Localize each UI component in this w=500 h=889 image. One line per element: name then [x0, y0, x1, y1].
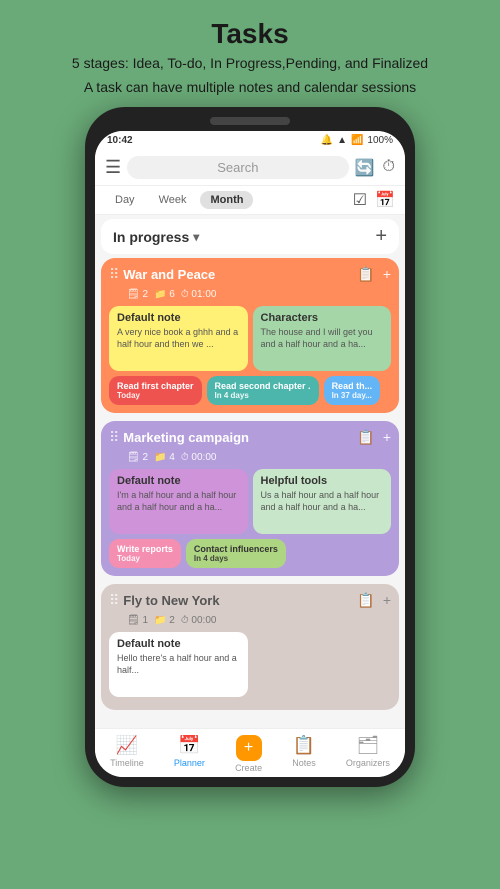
status-time: 10:42: [107, 135, 133, 146]
note-default-3[interactable]: Default note Hello there's a half hour a…: [109, 632, 248, 697]
task-card-header-2: ⠿ Marketing campaign 📋 +: [109, 429, 391, 446]
sessions-row-1: Read first chapter Today Read second cha…: [109, 376, 391, 405]
phone-screen: 10:42 🔔 ▲ 📶 100% ☰ Search 🔄 ⏱ Day Week M…: [95, 131, 405, 777]
nav-create[interactable]: + Create: [235, 735, 262, 773]
session-read-second[interactable]: Read second chapter . In 4 days: [207, 376, 319, 405]
tabs-bar: Day Week Month ☑ 📅: [95, 186, 405, 215]
sessions-icon-1: 📁 6: [154, 289, 175, 300]
notification-icon: 🔔: [321, 135, 333, 146]
nav-timeline-label: Timeline: [110, 758, 144, 768]
task-actions-3: 📋 +: [357, 592, 391, 609]
status-icons: 🔔 ▲ 📶 100%: [321, 135, 393, 146]
wifi-icon: ▲: [337, 135, 347, 146]
hamburger-icon[interactable]: ☰: [105, 157, 121, 178]
nav-create-label: Create: [235, 763, 262, 773]
task-card-header-3: ⠿ Fly to New York 📋 +: [109, 592, 391, 609]
nav-notes-label: Notes: [292, 758, 316, 768]
tab-week[interactable]: Week: [149, 191, 197, 209]
organizers-icon: 🗂: [356, 735, 379, 756]
task-name-1: War and Peace: [123, 267, 357, 282]
dropdown-arrow-icon[interactable]: ▾: [193, 230, 199, 244]
nav-timeline[interactable]: 📈 Timeline: [110, 735, 144, 773]
tab-icons: ☑ 📅: [353, 190, 395, 210]
session-write-reports[interactable]: Write reports Today: [109, 539, 181, 568]
task-card-marketing: ⠿ Marketing campaign 📋 + 🗒 2 📁 4 ⏱ 00:00…: [101, 421, 399, 576]
tasks-scroll-area[interactable]: ⠿ War and Peace 📋 + 🗒 2 📁 6 ⏱ 01:00 Defa…: [95, 258, 405, 728]
notes-grid-2: Default note I'm a half hour and a half …: [109, 469, 391, 534]
add-note-icon-3[interactable]: +: [383, 592, 391, 609]
time-icon-3: ⏱ 00:00: [181, 615, 217, 626]
phone-notch: [210, 117, 290, 125]
session-contact-influencers[interactable]: Contact influencers In 4 days: [186, 539, 286, 568]
time-icon-2: ⏱ 00:00: [181, 452, 217, 463]
refresh-icon[interactable]: 🔄: [355, 158, 375, 178]
time-icon-1: ⏱ 01:00: [181, 289, 217, 300]
copy-icon-2[interactable]: 📋: [357, 429, 374, 446]
task-actions-1: 📋 +: [357, 266, 391, 283]
notes-icon-3: 🗒 1: [127, 615, 148, 626]
note-default-2[interactable]: Default note I'm a half hour and a half …: [109, 469, 248, 534]
page-subtitle2: A task can have multiple notes and calen…: [72, 78, 428, 98]
drag-handle-icon-1: ⠿: [109, 266, 119, 283]
task-card-fly-new-york: ⠿ Fly to New York 📋 + 🗒 1 📁 2 ⏱ 00:00 De…: [101, 584, 399, 710]
notes-nav-icon: 📋: [293, 735, 315, 756]
task-meta-2: 🗒 2 📁 4 ⏱ 00:00: [127, 452, 391, 463]
create-icon: +: [236, 735, 262, 761]
task-meta-1: 🗒 2 📁 6 ⏱ 01:00: [127, 289, 391, 300]
task-card-header-1: ⠿ War and Peace 📋 +: [109, 266, 391, 283]
notes-icon-2: 🗒 2: [127, 452, 148, 463]
tab-day[interactable]: Day: [105, 191, 145, 209]
top-bar-icons: 🔄 ⏱: [355, 158, 395, 178]
calendar-grid-icon[interactable]: 📅: [375, 190, 395, 210]
task-actions-2: 📋 +: [357, 429, 391, 446]
nav-planner[interactable]: 📅 Planner: [174, 735, 205, 773]
signal-icon: 📶: [351, 135, 363, 146]
notes-grid-3: Default note Hello there's a half hour a…: [109, 632, 391, 697]
task-card-war-and-peace: ⠿ War and Peace 📋 + 🗒 2 📁 6 ⏱ 01:00 Defa…: [101, 258, 399, 413]
note-default-1[interactable]: Default note A very nice book a ghhh and…: [109, 306, 248, 371]
page-subtitle1: 5 stages: Idea, To-do, In Progress,Pendi…: [72, 54, 428, 74]
status-bar: 10:42 🔔 ▲ 📶 100%: [95, 131, 405, 150]
sessions-row-2: Write reports Today Contact influencers …: [109, 539, 391, 568]
add-note-icon-1[interactable]: +: [383, 266, 391, 283]
drag-handle-icon-2: ⠿: [109, 429, 119, 446]
page-header: Tasks 5 stages: Idea, To-do, In Progress…: [52, 0, 448, 107]
planner-icon: 📅: [178, 735, 200, 756]
task-name-2: Marketing campaign: [123, 430, 357, 445]
task-name-3: Fly to New York: [123, 593, 357, 608]
drag-handle-icon-3: ⠿: [109, 592, 119, 609]
timer-icon[interactable]: ⏱: [383, 158, 395, 178]
notes-icon-1: 🗒 2: [127, 289, 148, 300]
section-header: In progress ▾ +: [101, 219, 399, 254]
nav-organizers-label: Organizers: [346, 758, 390, 768]
check-calendar-icon[interactable]: ☑: [353, 190, 367, 210]
timeline-icon: 📈: [116, 735, 138, 756]
sessions-icon-2: 📁 4: [154, 452, 175, 463]
task-meta-3: 🗒 1 📁 2 ⏱ 00:00: [127, 615, 391, 626]
phone-mockup: 10:42 🔔 ▲ 📶 100% ☰ Search 🔄 ⏱ Day Week M…: [85, 107, 415, 787]
tab-month[interactable]: Month: [200, 191, 253, 209]
top-bar: ☰ Search 🔄 ⏱: [95, 150, 405, 186]
session-read-third[interactable]: Read th... In 37 day...: [324, 376, 381, 405]
session-read-first[interactable]: Read first chapter Today: [109, 376, 202, 405]
battery-text: 100%: [367, 135, 393, 146]
nav-organizers[interactable]: 🗂 Organizers: [346, 735, 390, 773]
add-task-button[interactable]: +: [375, 225, 387, 248]
nav-planner-label: Planner: [174, 758, 205, 768]
section-title: In progress ▾: [113, 229, 199, 245]
search-box[interactable]: Search: [127, 156, 348, 179]
notes-grid-1: Default note A very nice book a ghhh and…: [109, 306, 391, 371]
page-title: Tasks: [72, 18, 428, 50]
note-characters[interactable]: Characters The house and I will get you …: [253, 306, 392, 371]
copy-icon-3[interactable]: 📋: [357, 592, 374, 609]
section-title-text: In progress: [113, 229, 189, 245]
copy-icon-1[interactable]: 📋: [357, 266, 374, 283]
note-helpful-tools[interactable]: Helpful tools Us a half hour and a half …: [253, 469, 392, 534]
add-note-icon-2[interactable]: +: [383, 429, 391, 446]
nav-notes[interactable]: 📋 Notes: [292, 735, 316, 773]
sessions-icon-3: 📁 2: [154, 615, 175, 626]
bottom-nav: 📈 Timeline 📅 Planner + Create 📋 Notes 🗂 …: [95, 728, 405, 777]
